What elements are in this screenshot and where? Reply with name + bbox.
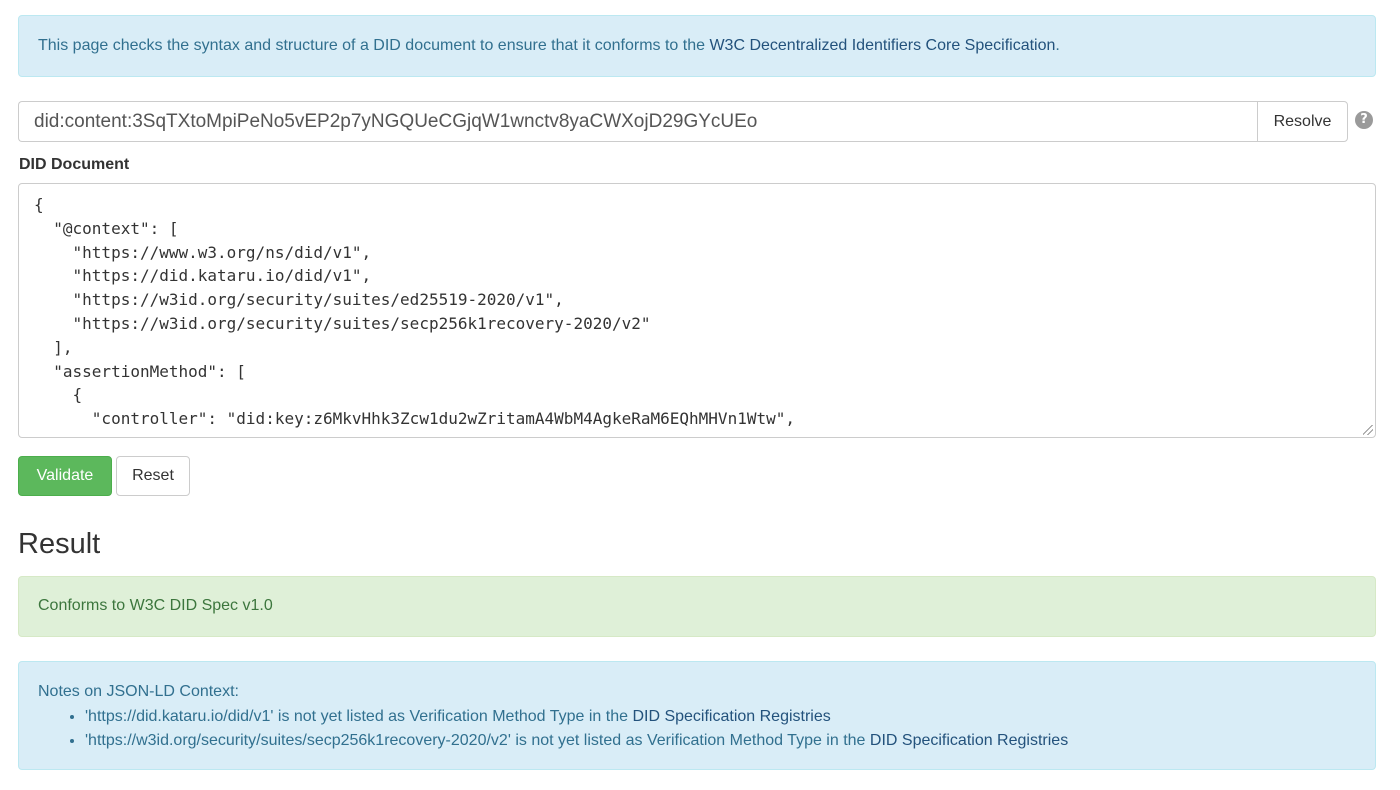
did-registries-link[interactable]: DID Specification Registries [632,708,830,725]
did-validator-page: This page checks the syntax and structur… [0,0,1400,790]
note-text: 'https://did.kataru.io/did/v1' is not ye… [85,708,633,725]
result-status-text: Conforms to W3C DID Spec v1.0 [38,597,273,614]
intro-text: This page checks the syntax and structur… [38,37,710,54]
note-text: 'https://w3id.org/security/suites/secp25… [85,732,870,749]
notes-list: 'https://did.kataru.io/did/v1' is not ye… [38,705,1356,753]
w3c-spec-link[interactable]: W3C Decentralized Identifiers Core Speci… [709,37,1055,54]
did-resolver-group: Resolve [18,101,1348,142]
result-heading: Result [18,528,101,560]
resize-handle-icon[interactable] [1363,425,1373,435]
list-item: 'https://w3id.org/security/suites/secp25… [85,729,1356,753]
resolve-button[interactable]: Resolve [1257,101,1348,142]
intro-suffix: . [1055,37,1060,54]
validate-button[interactable]: Validate [18,456,112,496]
reset-button[interactable]: Reset [116,456,190,496]
notes-title: Notes on JSON-LD Context: [38,683,239,700]
result-status-alert: Conforms to W3C DID Spec v1.0 [18,576,1376,637]
did-document-label: DID Document [19,156,130,173]
list-item: 'https://did.kataru.io/did/v1' is not ye… [85,705,1356,729]
did-document-textarea[interactable]: { "@context": [ "https://www.w3.org/ns/d… [18,183,1376,438]
intro-alert: This page checks the syntax and structur… [18,15,1376,77]
did-input[interactable] [18,101,1257,142]
did-registries-link[interactable]: DID Specification Registries [870,732,1068,749]
notes-alert: Notes on JSON-LD Context: 'https://did.k… [18,661,1376,770]
question-circle-icon[interactable]: ? [1355,111,1373,129]
did-document-content[interactable]: { "@context": [ "https://www.w3.org/ns/d… [19,184,1375,437]
